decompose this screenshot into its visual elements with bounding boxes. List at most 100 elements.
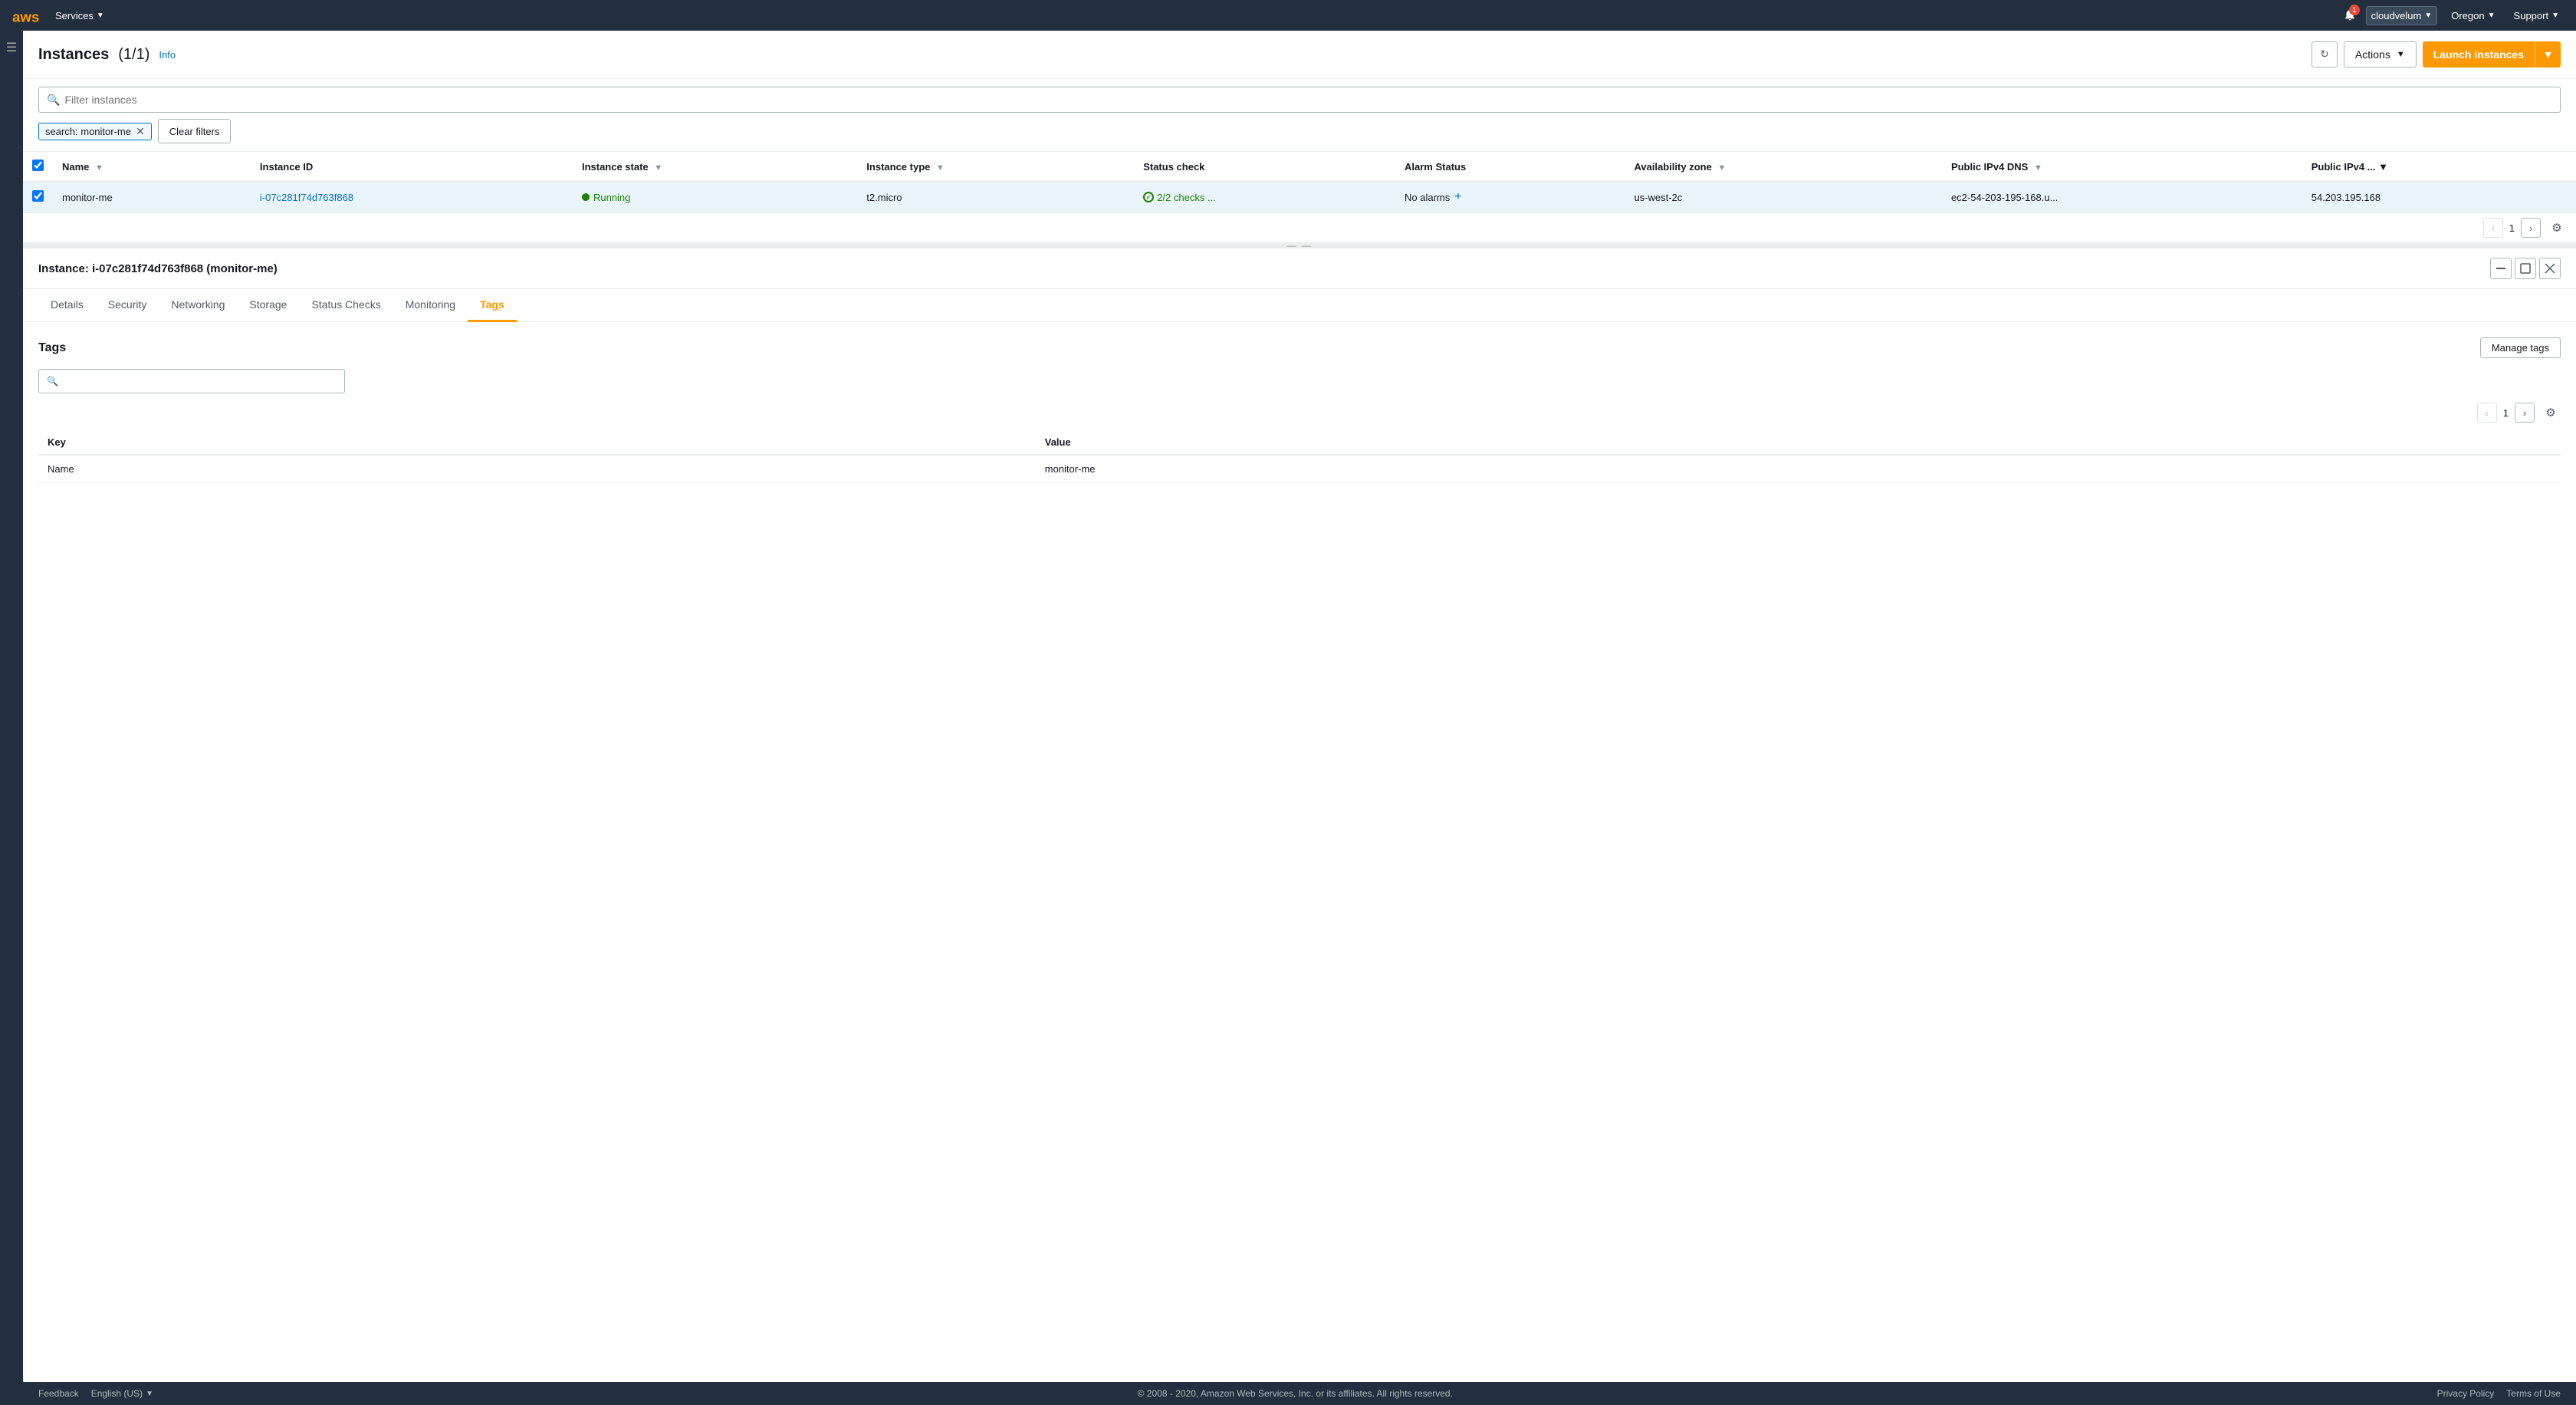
tags-next-page-button[interactable]: › <box>2515 403 2535 423</box>
detail-panel-icons <box>2490 258 2561 279</box>
filter-search-icon: 🔍 <box>47 94 60 107</box>
col-instance-state[interactable]: Instance state ▼ <box>573 152 857 182</box>
footer-right: Privacy Policy Terms of Use <box>2437 1388 2561 1399</box>
tags-search-icon: 🔍 <box>47 376 58 387</box>
account-chevron-icon: ▼ <box>2424 12 2432 20</box>
services-menu[interactable]: Services ▼ <box>49 10 110 21</box>
support-menu[interactable]: Support ▼ <box>2509 7 2564 25</box>
page-layout: ☰ Instances (1/1) Info ↻ Actions ▼ L <box>0 31 2576 1405</box>
status-dot <box>582 193 590 201</box>
minimize-icon <box>2496 263 2506 274</box>
main-content: Instances (1/1) Info ↻ Actions ▼ Launch … <box>23 31 2576 1405</box>
filter-area: 🔍 search: monitor-me ✕ Clear filters <box>23 79 2576 152</box>
info-link[interactable]: Info <box>159 49 176 61</box>
dns-sort-icon: ▼ <box>2034 163 2042 173</box>
language-label: English (US) <box>91 1388 143 1399</box>
row-checkbox[interactable] <box>32 190 44 202</box>
instances-panel: Instances (1/1) Info ↻ Actions ▼ Launch … <box>23 31 2576 242</box>
tags-search-input[interactable] <box>63 376 337 387</box>
row-alarm: No alarms + <box>1395 182 1625 212</box>
feedback-link[interactable]: Feedback <box>38 1388 79 1399</box>
filter-input-wrap: 🔍 <box>38 87 2561 113</box>
row-name: monitor-me <box>53 182 251 212</box>
launch-instances-label: Launch instances <box>2423 41 2535 67</box>
tab-monitoring[interactable]: Monitoring <box>393 289 468 322</box>
privacy-policy-link[interactable]: Privacy Policy <box>2437 1388 2495 1399</box>
actions-button[interactable]: Actions ▼ <box>2344 41 2417 67</box>
tab-storage[interactable]: Storage <box>237 289 299 322</box>
aws-logo[interactable]: aws <box>12 8 37 23</box>
col-instance-type[interactable]: Instance type ▼ <box>857 152 1134 182</box>
account-menu[interactable]: cloudvelum ▼ <box>2366 6 2438 25</box>
language-selector[interactable]: English (US) ▼ <box>91 1388 153 1399</box>
tags-section-title: Tags <box>38 341 66 355</box>
panel-divider[interactable]: — — <box>23 242 2576 248</box>
col-ipv4: Public IPv4 ... ▼ <box>2302 152 2576 182</box>
tab-details[interactable]: Details <box>38 289 96 322</box>
col-ipv4-dns[interactable]: Public IPv4 DNS ▼ <box>1942 152 2302 182</box>
region-label: Oregon <box>2451 10 2484 21</box>
row-checkbox-cell <box>23 182 53 212</box>
state-sort-icon: ▼ <box>654 163 662 173</box>
tags-settings-button[interactable]: ⚙ <box>2541 403 2561 423</box>
footer-copyright: © 2008 - 2020, Amazon Web Services, Inc.… <box>1138 1388 1453 1399</box>
filter-tag-close-icon[interactable]: ✕ <box>136 126 145 137</box>
actions-chevron-icon: ▼ <box>2397 50 2405 59</box>
type-sort-icon: ▼ <box>936 163 945 173</box>
tags-section-header: Tags Manage tags <box>38 337 2561 358</box>
col-name[interactable]: Name ▼ <box>53 152 251 182</box>
close-icon <box>2545 263 2555 274</box>
table-row[interactable]: monitor-me i-07c281f74d763f868 Running <box>23 182 2576 212</box>
tab-tags[interactable]: Tags <box>468 289 517 322</box>
tab-networking[interactable]: Networking <box>159 289 237 322</box>
col-alarm-status: Alarm Status <box>1395 152 1625 182</box>
instances-header: Instances (1/1) Info ↻ Actions ▼ Launch … <box>23 31 2576 79</box>
region-menu[interactable]: Oregon ▼ <box>2446 7 2499 25</box>
detail-close-button[interactable] <box>2539 258 2561 279</box>
instances-title: Instances <box>38 46 109 64</box>
detail-panel-header: Instance: i-07c281f74d763f868 (monitor-m… <box>23 248 2576 289</box>
tags-page-number: 1 <box>2503 407 2509 419</box>
detail-tabs: Details Security Networking Storage Stat… <box>23 289 2576 322</box>
instances-table: Name ▼ Instance ID Instance state ▼ Inst… <box>23 152 2576 212</box>
bell-badge: 1 <box>2349 5 2360 15</box>
tab-security[interactable]: Security <box>96 289 159 322</box>
clear-filters-button[interactable]: Clear filters <box>158 119 232 143</box>
detail-expand-button[interactable] <box>2515 258 2536 279</box>
tags-table: Key Value Name monitor-me <box>38 430 2561 483</box>
filter-tag-search: search: monitor-me ✕ <box>38 123 152 140</box>
sidebar-toggle[interactable]: ☰ <box>6 40 17 55</box>
launch-instances-button[interactable]: Launch instances ▼ <box>2423 41 2561 67</box>
col-value: Value <box>1036 430 2561 455</box>
region-chevron-icon: ▼ <box>2488 12 2496 20</box>
col-az[interactable]: Availability zone ▼ <box>1625 152 1942 182</box>
terms-link[interactable]: Terms of Use <box>2506 1388 2561 1399</box>
refresh-icon: ↻ <box>2320 48 2328 61</box>
row-dns: ec2-54-203-195-168.u... <box>1942 182 2302 212</box>
page-number: 1 <box>2509 222 2515 234</box>
filter-instances-input[interactable] <box>64 94 2552 106</box>
ipv4-more-icon: ▼ <box>2378 161 2388 173</box>
top-nav: aws Services ▼ 1 cloudvelum ▼ Oregon ▼ S… <box>0 0 2576 31</box>
tags-prev-page-button[interactable]: ‹ <box>2477 403 2497 423</box>
language-chevron-icon: ▼ <box>146 1390 153 1398</box>
launch-dropdown-icon[interactable]: ▼ <box>2535 41 2561 67</box>
select-all-checkbox[interactable] <box>32 160 44 171</box>
row-az: us-west-2c <box>1625 182 1942 212</box>
next-page-button[interactable]: › <box>2521 218 2541 238</box>
detail-panel: Instance: i-07c281f74d763f868 (monitor-m… <box>23 248 2576 1382</box>
prev-page-button[interactable]: ‹ <box>2483 218 2503 238</box>
refresh-button[interactable]: ↻ <box>2312 41 2338 67</box>
tab-status-checks[interactable]: Status Checks <box>299 289 393 322</box>
instance-id-link[interactable]: i-07c281f74d763f868 <box>260 192 353 203</box>
col-status-check: Status check <box>1134 152 1395 182</box>
manage-tags-button[interactable]: Manage tags <box>2480 337 2561 358</box>
detail-minimize-button[interactable] <box>2490 258 2512 279</box>
name-sort-icon: ▼ <box>95 163 104 173</box>
notifications-bell[interactable]: 1 <box>2343 8 2357 24</box>
tags-header-row: Key Value <box>38 430 2561 455</box>
filter-tag-text: search: monitor-me <box>45 126 131 137</box>
add-alarm-icon[interactable]: + <box>1454 190 1461 204</box>
row-state: Running <box>573 182 857 212</box>
table-settings-button[interactable]: ⚙ <box>2547 218 2567 238</box>
